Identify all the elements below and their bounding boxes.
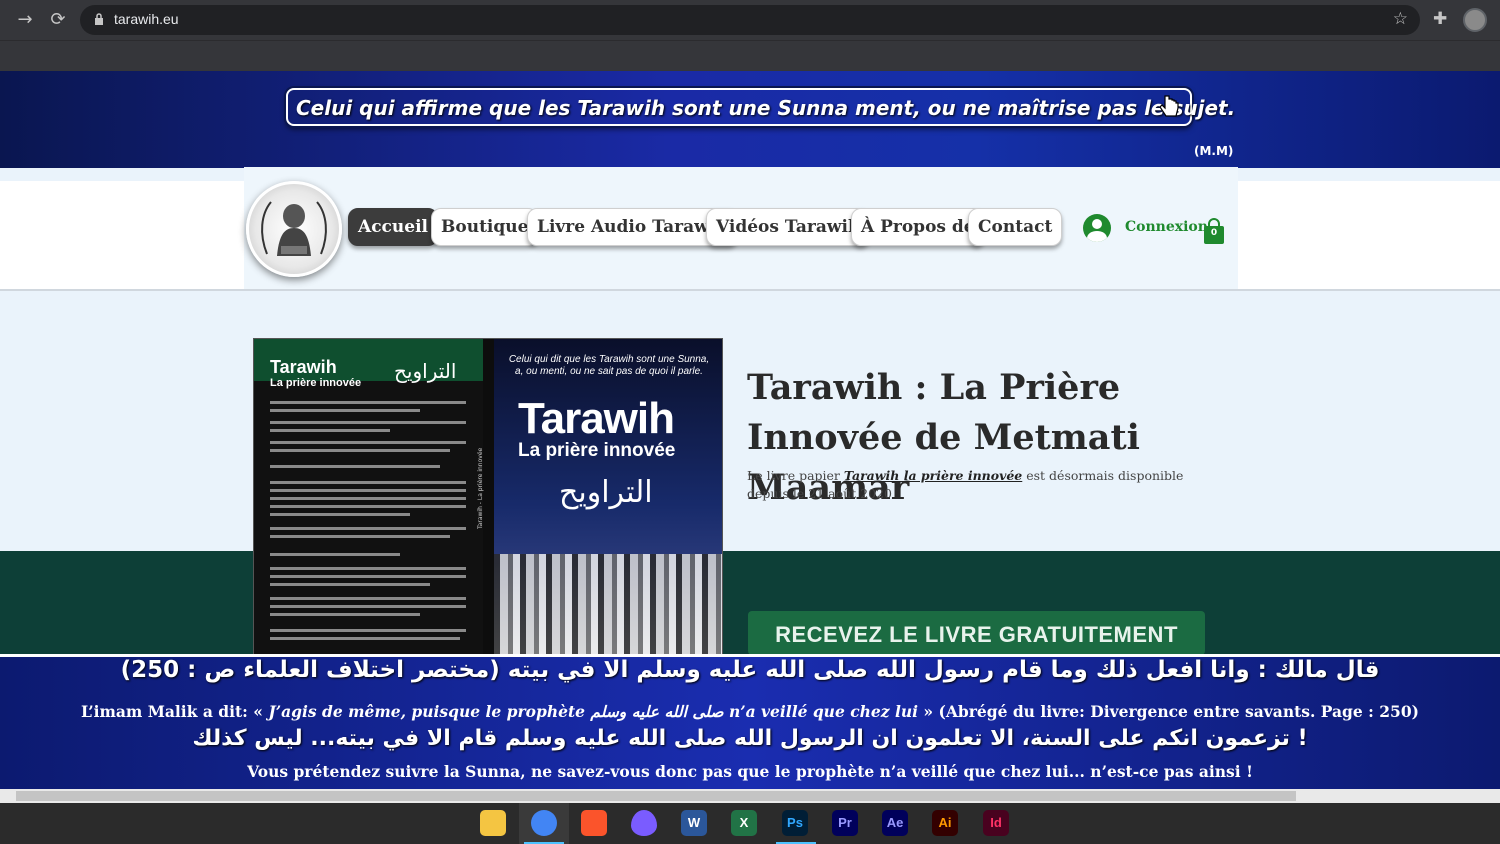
arabic-quote-2: تزعمون انكم على السنة، الا تعلمون ان الر… [192, 726, 1308, 751]
hero-description: Le livre papier Tarawih la prière innové… [747, 467, 1227, 503]
back-text-line [270, 409, 420, 412]
crowd-photo [494, 554, 722, 667]
back-text-line [270, 441, 466, 444]
nav-contact[interactable]: Contact [968, 208, 1063, 246]
indesign-icon[interactable]: Id [983, 810, 1009, 836]
book-back-cover: Tarawih La prière innovée التراويح [254, 339, 483, 667]
horizontal-scrollbar[interactable] [0, 789, 1500, 803]
back-text-line [270, 567, 466, 570]
book-spine [483, 339, 494, 667]
nav-videos[interactable]: Vidéos Tarawih [706, 208, 871, 246]
cart-count-badge: 0 [1210, 228, 1218, 238]
front-cover-title: Tarawih [518, 394, 675, 443]
back-cover-arabic-title: التراويح [394, 359, 457, 383]
browser-toolbar: → ⟳ tarawih.eu ☆ ✚ [0, 0, 1500, 40]
spine-text: Tarawih - La prière innovée [477, 447, 484, 529]
site-logo[interactable] [246, 181, 342, 277]
french-quote-1-end: » (Abrégé du livre: Divergence entre sav… [918, 702, 1419, 721]
login-link[interactable]: Connexion [1125, 219, 1208, 235]
front-cover-arabic-title: التراويح [559, 475, 653, 510]
back-text-line [270, 629, 466, 632]
illustrator-icon[interactable]: Ai [932, 810, 958, 836]
desc-before: Le livre papier [747, 468, 844, 483]
back-text-line [270, 605, 466, 608]
banner-quote: Celui qui affirme que les Tarawih sont u… [296, 96, 1236, 120]
color-drop-icon[interactable] [631, 810, 657, 836]
chrome-icon[interactable] [531, 810, 557, 836]
premiere-icon[interactable]: Pr [832, 810, 858, 836]
back-text-line [270, 489, 466, 492]
back-text-line [270, 449, 450, 452]
word-icon[interactable]: W [681, 810, 707, 836]
back-text-line [270, 575, 466, 578]
excel-icon[interactable]: X [731, 810, 757, 836]
bookmarks-bar [0, 40, 1500, 71]
page-viewport: Celui qui affirme que les Tarawih sont u… [0, 71, 1500, 789]
book-cover-image: Tarawih La prière innovée التراويح Taraw… [253, 338, 723, 668]
os-taskbar: W X Ps Pr Ae Ai Id [0, 803, 1500, 844]
photoshop-icon[interactable]: Ps [782, 810, 808, 836]
back-text-line [270, 497, 466, 500]
back-text-line [270, 583, 430, 586]
french-quote-1: L’imam Malik a dit: « J’agis de même, pu… [0, 702, 1500, 721]
back-cover-title: Tarawih [270, 357, 337, 377]
address-bar[interactable]: tarawih.eu ☆ [80, 5, 1420, 35]
profile-avatar[interactable] [1463, 8, 1487, 32]
forward-icon[interactable]: → [14, 9, 36, 31]
banner-author: (M.M) [1194, 144, 1234, 158]
front-cover-subtitle: La prière innovée [518, 440, 676, 461]
back-text-line [270, 613, 420, 616]
scrollbar-thumb[interactable] [16, 791, 1296, 801]
french-quote-2: Vous prétendez suivre la Sunna, ne savez… [247, 762, 1253, 781]
lock-icon [95, 13, 103, 25]
bookmark-star-icon[interactable]: ☆ [1393, 9, 1408, 29]
book-title-link[interactable]: Tarawih la prière innovée [844, 468, 1022, 483]
quote-box: Celui qui affirme que les Tarawih sont u… [286, 88, 1235, 126]
nav-accueil[interactable]: Accueil [348, 208, 438, 246]
hadith-footer-banner: قال مالك : وانا افعل ذلك وما قام رسول ال… [0, 654, 1500, 789]
back-text-line [270, 513, 410, 516]
back-text-line [270, 535, 450, 538]
back-text-line [270, 597, 466, 600]
french-quote-1-italic: J’agis de même, puisque le prophète صلى … [268, 702, 919, 721]
hand-cursor-icon [1159, 95, 1179, 117]
back-text-line [270, 637, 460, 640]
extensions-puzzle-icon[interactable]: ✚ [1433, 9, 1447, 29]
url-text[interactable]: tarawih.eu [114, 11, 179, 27]
file-explorer-icon[interactable] [480, 810, 506, 836]
nav-boutique[interactable]: Boutique [431, 208, 539, 246]
back-text-line [270, 465, 440, 468]
reload-icon[interactable]: ⟳ [47, 9, 69, 31]
arabic-quote-1: قال مالك : وانا افعل ذلك وما قام رسول ال… [120, 657, 1380, 683]
back-text-line [270, 401, 466, 404]
back-text-line [270, 553, 400, 556]
back-cover-subtitle: La prière innovée [270, 377, 362, 389]
user-account-icon[interactable] [1083, 214, 1111, 242]
scholar-illustration-icon [261, 201, 327, 256]
back-text-line [270, 527, 466, 530]
free-book-cta-button[interactable]: RECEVEZ LE LIVRE GRATUITEMENT [748, 611, 1205, 655]
back-text-line [270, 421, 466, 424]
french-quote-1-start: L’imam Malik a dit: « [81, 702, 269, 721]
back-text-line [270, 481, 466, 484]
back-text-line [270, 505, 466, 508]
after-effects-icon[interactable]: Ae [882, 810, 908, 836]
back-text-line [270, 429, 390, 432]
nav-a-propos[interactable]: À Propos de [851, 208, 985, 246]
brave-icon[interactable] [581, 810, 607, 836]
front-cover-quote: Celui qui dit que les Tarawih sont une S… [508, 354, 710, 377]
quote-banner: Celui qui affirme que les Tarawih sont u… [0, 71, 1500, 168]
